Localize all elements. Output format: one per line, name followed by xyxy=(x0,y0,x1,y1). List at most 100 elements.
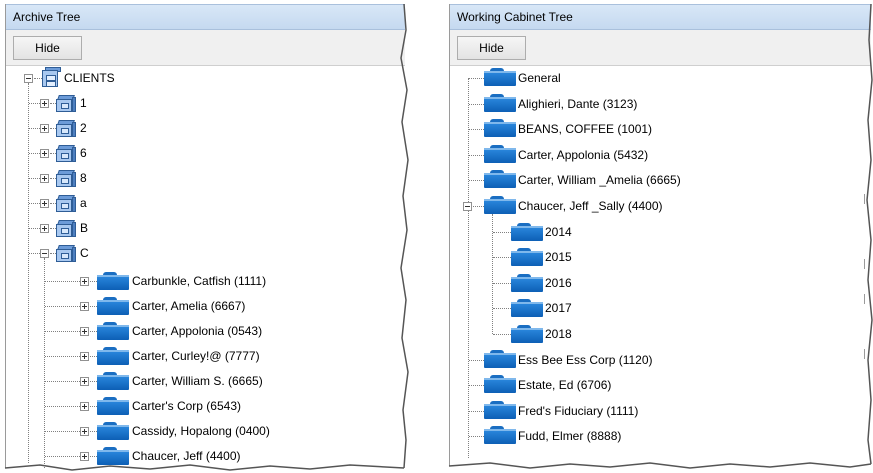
tree-node-client-folder[interactable]: Carter's Corp (6543) xyxy=(6,394,396,418)
tree-node-year-folder[interactable]: 2014 xyxy=(450,220,850,244)
folder-icon xyxy=(97,397,129,415)
archive-toolbar: Hide xyxy=(6,30,405,66)
tree-node-label: Chaucer, Jeff _Sally (4400) xyxy=(518,199,663,213)
tree-connector xyxy=(493,283,511,284)
tree-connector xyxy=(493,308,511,309)
file-cabinet-icon xyxy=(56,120,76,137)
expand-icon[interactable] xyxy=(40,99,49,108)
tree-node-client-folder[interactable]: Cassidy, Hopalong (0400) xyxy=(6,419,396,443)
tree-node-cabinet[interactable]: 6 xyxy=(6,141,396,165)
tree-connector xyxy=(29,228,40,229)
tree-node-working-folder[interactable]: Fred's Fiduciary (1111) xyxy=(450,399,850,423)
tree-connector xyxy=(90,431,97,432)
tree-connector xyxy=(29,178,40,179)
working-toolbar: Hide xyxy=(450,30,871,66)
tree-node-label: Carter, Curley!@ (7777) xyxy=(132,349,260,363)
folder-icon xyxy=(484,68,516,86)
expand-icon[interactable] xyxy=(40,224,49,233)
tree-connector xyxy=(45,306,80,307)
folder-icon xyxy=(97,447,129,465)
tree-node-client-folder[interactable]: Carter, Appolonia (0543) xyxy=(6,319,396,343)
tree-node-working-folder[interactable]: Chaucer, Jeff _Sally (4400) xyxy=(450,194,850,218)
tree-connector xyxy=(29,253,40,254)
tree-node-working-folder[interactable]: BEANS, COFFEE (1001) xyxy=(450,117,850,141)
tree-connector xyxy=(34,78,42,79)
folder-icon xyxy=(484,145,516,163)
collapse-icon[interactable] xyxy=(24,74,33,83)
tree-node-label: 2014 xyxy=(545,225,572,239)
tree-node-working-folder[interactable]: Fudd, Elmer (8888) xyxy=(450,424,850,448)
collapse-icon[interactable] xyxy=(463,202,472,211)
tree-node-client-folder[interactable]: Carter, Amelia (6667) xyxy=(6,294,396,318)
tree-node-label: Carter, William S. (6665) xyxy=(132,374,263,388)
tree-node-client-folder[interactable]: Carter, William S. (6665) xyxy=(6,369,396,393)
tree-node-year-folder[interactable]: 2015 xyxy=(450,245,850,269)
archive-tree-title: Archive Tree xyxy=(6,4,405,30)
tree-node-working-folder[interactable]: General xyxy=(450,66,850,90)
tree-node-cabinet[interactable]: 1 xyxy=(6,91,396,115)
expand-icon[interactable] xyxy=(40,124,49,133)
expand-icon[interactable] xyxy=(40,199,49,208)
folder-icon xyxy=(511,299,543,317)
tree-connector xyxy=(45,356,80,357)
tree-node-cabinet[interactable]: B xyxy=(6,216,396,240)
tree-node-clients[interactable]: CLIENTS xyxy=(6,66,396,90)
tree-node-label: 1 xyxy=(80,96,87,110)
expand-icon[interactable] xyxy=(80,452,89,461)
tree-connector xyxy=(90,456,97,457)
archive-hide-button[interactable]: Hide xyxy=(13,36,82,60)
tree-node-label: C xyxy=(80,246,89,260)
file-cabinet-icon xyxy=(56,245,76,262)
tree-node-working-folder[interactable]: Ess Bee Ess Corp (1120) xyxy=(450,348,850,372)
tree-node-client-folder[interactable]: Carter, Curley!@ (7777) xyxy=(6,344,396,368)
tree-node-working-folder[interactable]: Estate, Ed (6706) xyxy=(450,373,850,397)
tree-node-cabinet[interactable]: 2 xyxy=(6,116,396,140)
tree-connector xyxy=(45,431,80,432)
scroll-tick xyxy=(864,349,865,359)
collapse-icon[interactable] xyxy=(40,249,49,258)
expand-icon[interactable] xyxy=(40,174,49,183)
tree-connector xyxy=(493,232,511,233)
tree-node-working-folder[interactable]: Alighieri, Dante (3123) xyxy=(450,92,850,116)
folder-icon xyxy=(97,297,129,315)
expand-icon[interactable] xyxy=(80,277,89,286)
expand-icon[interactable] xyxy=(80,327,89,336)
tree-node-client-folder[interactable]: Carbunkle, Catfish (1111) xyxy=(6,269,396,293)
tree-node-label: BEANS, COFFEE (1001) xyxy=(518,122,653,136)
expand-icon[interactable] xyxy=(80,427,89,436)
tree-connector xyxy=(469,78,484,79)
file-cabinet-icon xyxy=(56,195,76,212)
tree-node-working-folder[interactable]: Carter, William _Amelia (6665) xyxy=(450,168,850,192)
working-hide-button[interactable]: Hide xyxy=(457,36,526,60)
tree-node-cabinet[interactable]: a xyxy=(6,191,396,215)
tree-node-year-folder[interactable]: 2016 xyxy=(450,271,850,295)
tree-node-year-folder[interactable]: 2017 xyxy=(450,296,850,320)
tree-connector xyxy=(29,153,40,154)
tree-node-label: Carter, Appolonia (0543) xyxy=(132,324,263,338)
tree-node-label: Estate, Ed (6706) xyxy=(518,378,612,392)
tree-node-label: Carter's Corp (6543) xyxy=(132,399,241,413)
tree-node-label: 2017 xyxy=(545,301,572,315)
tree-node-cabinet[interactable]: 8 xyxy=(6,166,396,190)
tree-node-client-folder[interactable]: Chaucer, Jeff (4400) xyxy=(6,444,396,468)
folder-icon xyxy=(484,196,516,214)
folder-icon xyxy=(484,350,516,368)
expand-icon[interactable] xyxy=(80,302,89,311)
tree-connector xyxy=(29,203,40,204)
expand-icon[interactable] xyxy=(80,352,89,361)
expand-icon[interactable] xyxy=(80,377,89,386)
tree-node-working-folder[interactable]: Carter, Appolonia (5432) xyxy=(450,143,850,167)
folder-icon xyxy=(97,322,129,340)
tree-node-year-folder[interactable]: 2018 xyxy=(450,322,850,346)
tree-connector xyxy=(469,104,484,105)
tree-connector xyxy=(469,436,484,437)
tree-connector xyxy=(90,306,97,307)
tree-node-label: Cassidy, Hopalong (0400) xyxy=(132,424,270,438)
expand-icon[interactable] xyxy=(40,149,49,158)
tree-connector xyxy=(90,331,97,332)
expand-icon[interactable] xyxy=(80,402,89,411)
file-cabinet-icon xyxy=(56,220,76,237)
tree-node-cabinet[interactable]: C xyxy=(6,241,396,265)
tree-connector xyxy=(90,356,97,357)
tree-node-label: Carter, Amelia (6667) xyxy=(132,299,246,313)
